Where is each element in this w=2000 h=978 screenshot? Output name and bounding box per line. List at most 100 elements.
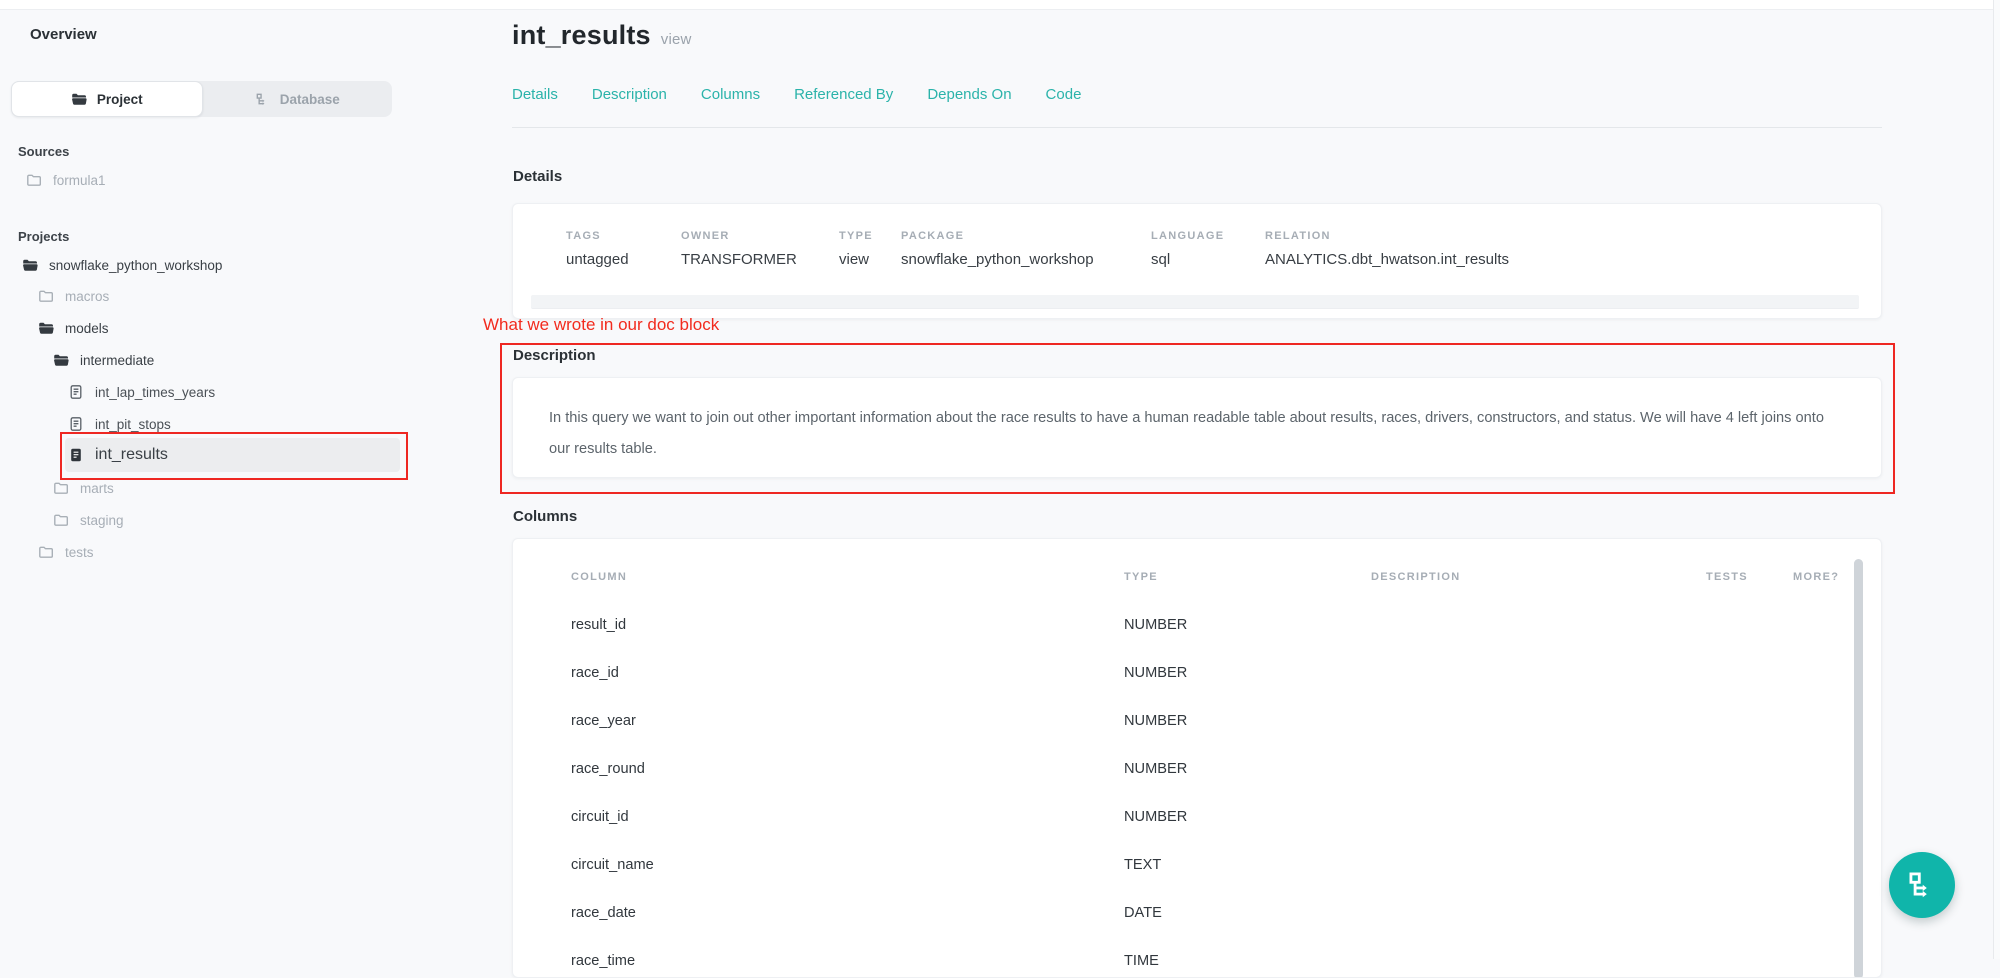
tree-item-macros[interactable]: macros [38,280,109,312]
table-row-race-round[interactable]: race_round NUMBER [571,745,1881,793]
table-row-result-id[interactable]: result_id NUMBER [571,601,1881,649]
overview-heading: Overview [30,26,97,43]
source-item-label: formula1 [53,173,106,188]
lineage-graph-button[interactable] [1889,852,1955,918]
table-row-race-year[interactable]: race_year NUMBER [571,697,1881,745]
sources-heading: Sources [18,144,69,159]
table-row-race-id[interactable]: race_id NUMBER [571,649,1881,697]
field-label: PACKAGE [901,230,1151,242]
column-type: TIME [1124,953,1371,969]
field-value: snowflake_python_workshop [901,251,1151,268]
field-value: TRANSFORMER [681,251,839,268]
table-row-race-time[interactable]: race_time TIME [571,937,1881,978]
toggle-project-button[interactable]: Project [11,81,203,117]
folder-closed-icon [26,172,42,188]
toggle-project-label: Project [97,92,143,107]
column-header-description: DESCRIPTION [1371,571,1706,583]
column-type: NUMBER [1124,665,1371,681]
details-footer-bar [531,295,1859,309]
field-value: ANALYTICS.dbt_hwatson.int_results [1265,251,1881,268]
folder-closed-icon [53,512,69,528]
folder-closed-icon [53,480,69,496]
field-tags: TAGS untagged [566,230,681,268]
column-type: TEXT [1124,857,1371,873]
tree-item-int-pit-stops[interactable]: int_pit_stops [68,408,171,440]
tree-item-label: intermediate [80,353,154,368]
description-section-heading: Description [513,347,596,364]
table-row-circuit-id[interactable]: circuit_id NUMBER [571,793,1881,841]
tab-referenced-by[interactable]: Referenced By [794,86,893,103]
tab-code[interactable]: Code [1046,86,1082,103]
column-name: circuit_name [571,857,1124,873]
document-filled-icon [68,447,84,463]
field-label: TAGS [566,230,681,242]
column-type: NUMBER [1124,617,1371,633]
field-type: TYPE view [839,230,901,268]
tab-details[interactable]: Details [512,86,558,103]
tree-item-models[interactable]: models [38,312,109,344]
field-language: LANGUAGE sql [1151,230,1265,268]
column-name: race_date [571,905,1124,921]
columns-table-header: COLUMN TYPE DESCRIPTION TESTS MORE? [513,539,1881,583]
tab-bar: Details Description Columns Referenced B… [512,86,1081,103]
field-label: TYPE [839,230,901,242]
field-value: sql [1151,251,1265,268]
field-relation: RELATION ANALYTICS.dbt_hwatson.int_resul… [1265,230,1881,268]
folder-closed-icon [38,544,54,560]
tree-item-label: int_pit_stops [95,417,171,432]
lineage-icon [1906,869,1938,901]
table-row-circuit-name[interactable]: circuit_name TEXT [571,841,1881,889]
top-divider [0,0,2000,10]
column-type: NUMBER [1124,761,1371,777]
column-header-type: TYPE [1124,571,1371,583]
columns-card: COLUMN TYPE DESCRIPTION TESTS MORE? resu… [512,538,1882,978]
folder-closed-icon [38,288,54,304]
folder-open-icon [71,91,87,107]
columns-scrollbar-thumb[interactable] [1854,559,1863,978]
tree-item-label: int_lap_times_years [95,385,215,400]
column-name: result_id [571,617,1124,633]
tree-item-label: models [65,321,109,336]
tree-item-int-results-selected[interactable]: int_results [65,438,400,472]
tree-item-label: marts [80,481,114,496]
tree-item-marts[interactable]: marts [53,472,114,504]
toggle-database-button[interactable]: Database [203,81,393,117]
field-label: RELATION [1265,230,1881,242]
field-value: untagged [566,251,681,268]
tab-depends-on[interactable]: Depends On [927,86,1011,103]
table-row-race-date[interactable]: race_date DATE [571,889,1881,937]
columns-section-heading: Columns [513,508,577,525]
tree-item-tests[interactable]: tests [38,536,94,568]
page-title: int_resultsview [512,20,692,51]
tree-item-snowflake-python-workshop[interactable]: snowflake_python_workshop [22,249,222,281]
details-card: TAGS untagged OWNER TRANSFORMER TYPE vie… [512,203,1882,319]
model-name: int_results [512,20,651,50]
field-value: view [839,251,901,268]
tree-item-label: staging [80,513,124,528]
folder-open-icon [22,257,38,273]
tab-columns[interactable]: Columns [701,86,760,103]
column-name: race_year [571,713,1124,729]
document-icon [68,416,84,432]
column-name: circuit_id [571,809,1124,825]
field-package: PACKAGE snowflake_python_workshop [901,230,1151,268]
description-card: In this query we want to join out other … [512,377,1882,478]
tree-item-staging[interactable]: staging [53,504,124,536]
column-type: NUMBER [1124,713,1371,729]
tab-description[interactable]: Description [592,86,667,103]
tree-item-label: int_results [95,446,168,464]
view-toggle: Project Database [11,81,392,117]
header-divider [512,127,1882,128]
tree-item-label: tests [65,545,94,560]
page-scrollbar-track[interactable] [1993,0,2000,959]
folder-open-icon [38,320,54,336]
description-body: In this query we want to join out other … [549,403,1845,465]
projects-heading: Projects [18,229,69,244]
source-item-formula1[interactable]: formula1 [26,164,106,196]
column-header-tests: TESTS [1706,571,1793,583]
document-icon [68,384,84,400]
tree-item-intermediate[interactable]: intermediate [53,344,154,376]
annotation-text: What we wrote in our doc block [483,315,719,335]
column-type: NUMBER [1124,809,1371,825]
tree-item-int-lap-times-years[interactable]: int_lap_times_years [68,376,215,408]
